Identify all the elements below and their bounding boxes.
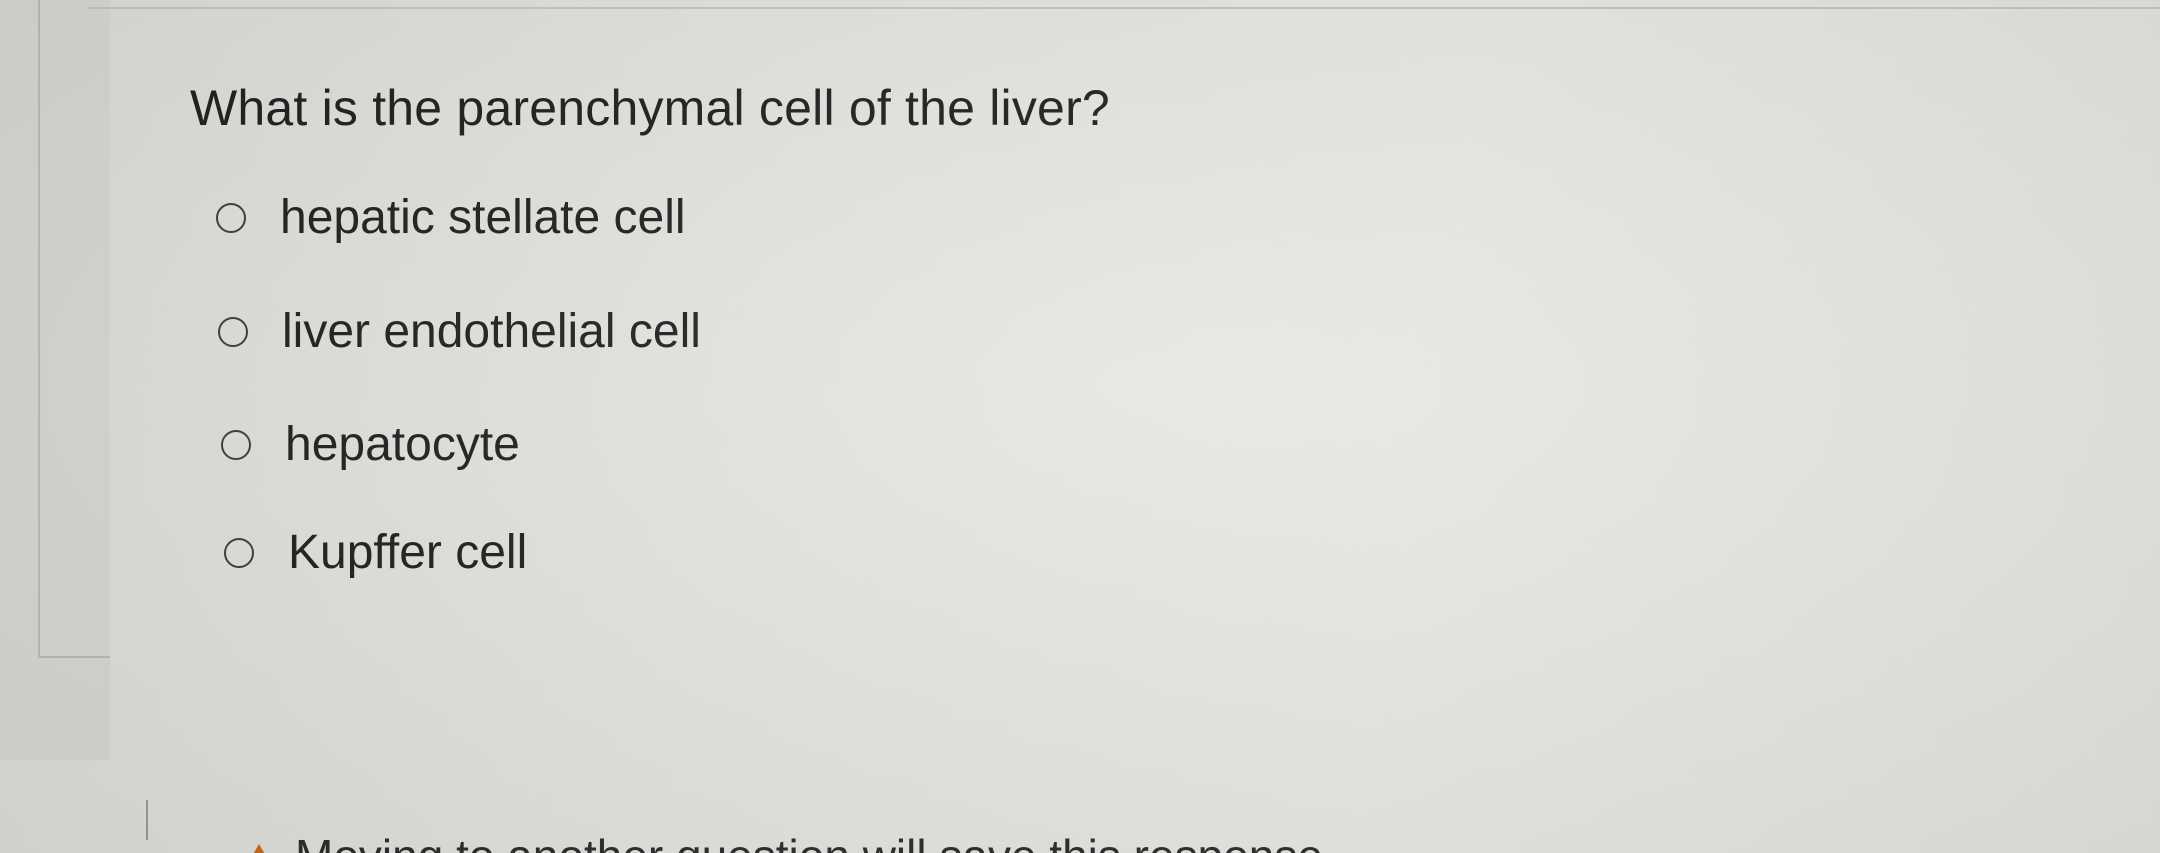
radio-button[interactable]	[221, 430, 251, 460]
save-warning: Moving to another question will save thi…	[245, 828, 1336, 853]
answer-option-hepatocyte[interactable]: hepatocyte	[221, 416, 520, 474]
answer-option-hepatic-stellate-cell[interactable]: hepatic stellate cell	[216, 189, 686, 247]
option-label[interactable]: Kupffer cell	[288, 524, 527, 582]
top-divider	[88, 7, 2160, 9]
radio-button[interactable]	[218, 317, 248, 347]
option-label[interactable]: liver endothelial cell	[282, 303, 701, 361]
panel-border	[38, 0, 40, 658]
option-label[interactable]: hepatic stellate cell	[280, 189, 686, 247]
radio-button[interactable]	[216, 203, 246, 233]
radio-button[interactable]	[224, 538, 254, 568]
save-warning-text: Moving to another question will save thi…	[295, 828, 1336, 853]
answer-option-kupffer-cell[interactable]: Kupffer cell	[224, 524, 527, 582]
left-panel	[0, 0, 110, 760]
warning-icon	[245, 844, 273, 853]
footer-divider	[146, 800, 148, 840]
answer-option-liver-endothelial-cell[interactable]: liver endothelial cell	[218, 303, 701, 361]
option-label[interactable]: hepatocyte	[285, 416, 520, 474]
question-text: What is the parenchymal cell of the live…	[190, 80, 1110, 136]
panel-border-bottom	[38, 656, 110, 658]
